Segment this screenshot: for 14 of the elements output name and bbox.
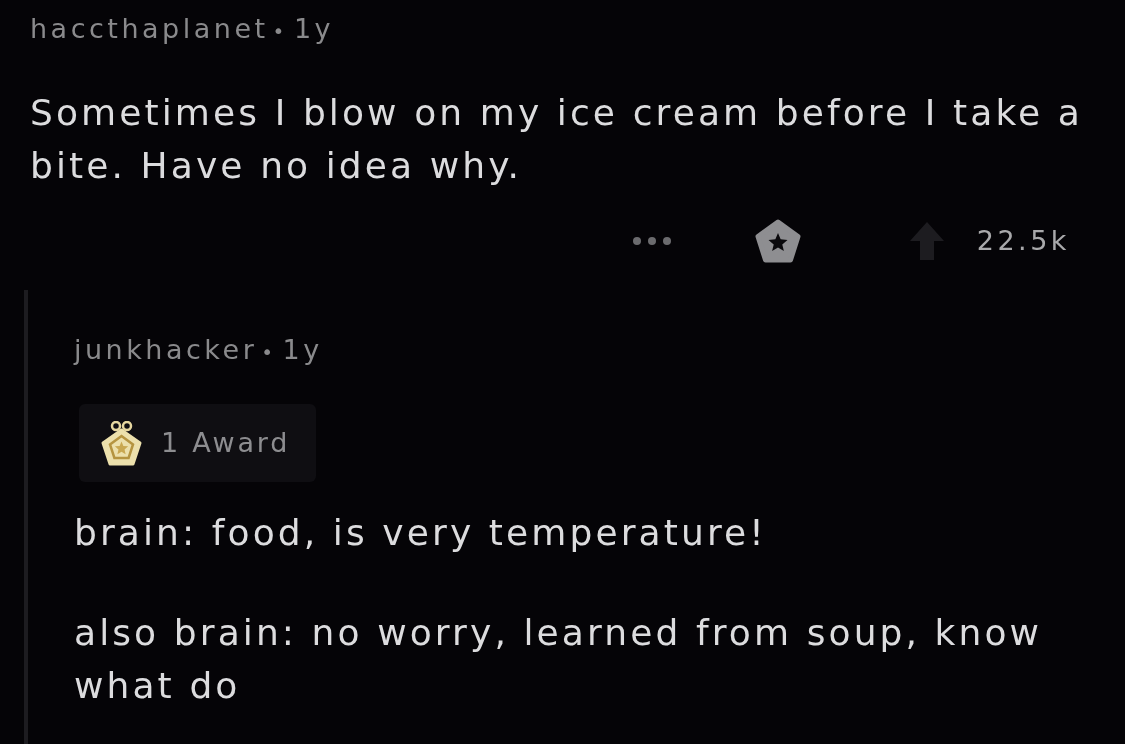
award-icon [99,420,144,466]
username[interactable]: haccthaplanet [30,12,269,46]
comment-text: also brain: no worry, learned from soup, know what do [74,611,1044,708]
comment-text: brain: food, is very temperature! [74,511,768,555]
vote-score: 22.5k [976,224,1070,258]
award-count: 1 Award [161,426,291,460]
comment-age: 1y [282,333,323,367]
award-icon[interactable] [753,218,802,264]
separator-dot: • [272,18,288,45]
username[interactable]: junkhacker [74,333,258,367]
comment-age: 1y [293,12,335,46]
separator-dot: • [261,339,277,366]
more-icon[interactable] [631,236,672,246]
comment-text: Sometimes I blow on my ice cream before I take a bite. Have no idea why. [30,91,1085,188]
